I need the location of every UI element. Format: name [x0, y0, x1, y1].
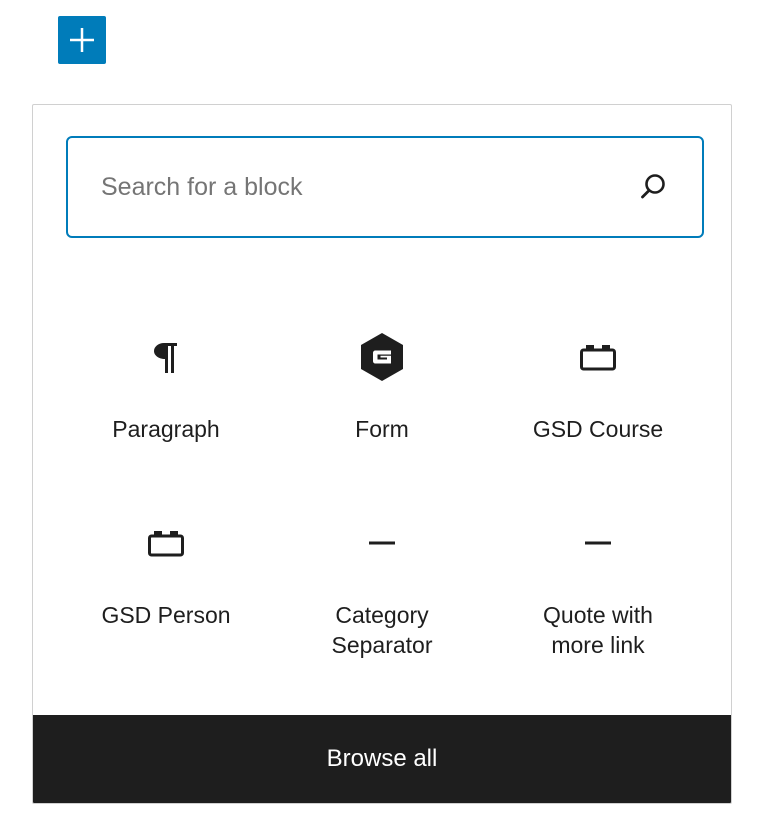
- block-item-gsd-course[interactable]: GSD Course: [490, 330, 706, 444]
- block-item-label: GSD Course: [532, 416, 664, 442]
- block-item-quote-with-more-link[interactable]: Quote with more link: [490, 516, 706, 660]
- block-default-icon: [580, 345, 616, 371]
- separator-icon: [369, 541, 395, 545]
- block-item-gsd-person[interactable]: GSD Person: [58, 516, 274, 630]
- block-default-icon: [148, 531, 184, 557]
- gravity-forms-icon: [361, 333, 403, 381]
- block-item-category-separator[interactable]: Category Separator: [274, 516, 490, 660]
- search-input[interactable]: [68, 138, 638, 236]
- search-box: [66, 136, 704, 238]
- add-block-button[interactable]: [58, 16, 106, 64]
- block-item-label: Paragraph: [112, 416, 220, 442]
- block-inserter-screen: Paragraph Form: [0, 0, 758, 826]
- plus-icon: [70, 28, 94, 52]
- pilcrow-icon: [154, 343, 177, 373]
- block-item-label: GSD Person: [101, 602, 231, 628]
- block-item-form[interactable]: Form: [274, 330, 490, 444]
- block-inserter-popover: Paragraph Form: [32, 104, 732, 804]
- block-item-label: Form: [355, 416, 409, 442]
- search-icon[interactable]: [638, 172, 668, 202]
- separator-icon: [585, 541, 611, 545]
- block-item-label: Category Separator: [331, 602, 433, 658]
- block-item-paragraph[interactable]: Paragraph: [58, 330, 274, 444]
- browse-all-button[interactable]: Browse all: [33, 715, 731, 803]
- block-item-label: Quote with more link: [543, 602, 653, 658]
